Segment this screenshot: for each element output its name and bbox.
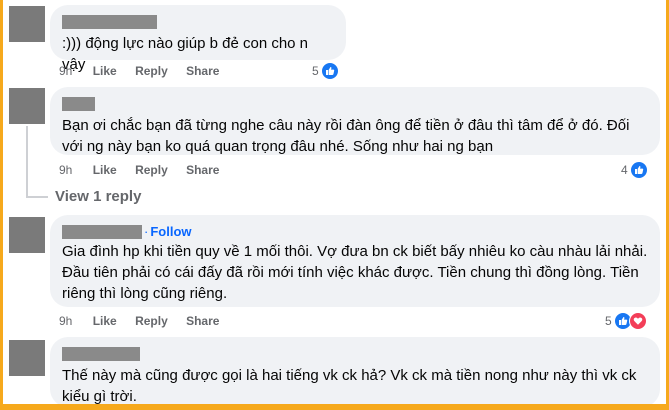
like-button[interactable]: Like (93, 64, 117, 78)
comment-text: Thế này mà cũng được gọi là hai tiếng vk… (62, 367, 637, 404)
like-button[interactable]: Like (93, 163, 117, 177)
comment-actions: 9h Like Reply Share (59, 163, 234, 177)
avatar[interactable] (9, 88, 45, 124)
timestamp[interactable]: 9h (59, 64, 72, 78)
timestamp[interactable]: 9h (59, 314, 72, 328)
thread-line (26, 196, 48, 198)
comment-bubble: Bạn ơi chắc bạn đã từng nghe câu này rồi… (50, 87, 660, 155)
comment-bubble: Thế này mà cũng được gọi là hai tiếng vk… (50, 337, 660, 404)
comments-panel: :))) động lực nào giúp b đẻ con cho n vậ… (3, 0, 666, 404)
avatar[interactable] (9, 217, 45, 253)
author-name-redacted[interactable] (62, 345, 648, 363)
reaction-count: 4 (621, 163, 628, 177)
share-button[interactable]: Share (186, 64, 219, 78)
reaction-summary[interactable]: 5 (312, 62, 339, 80)
avatar[interactable] (9, 6, 45, 42)
reaction-count: 5 (605, 314, 612, 328)
follow-button[interactable]: Follow (150, 224, 191, 239)
share-button[interactable]: Share (186, 163, 219, 177)
comment-text: Gia đình hp khi tiền quy về 1 mối thôi. … (62, 243, 648, 302)
like-button[interactable]: Like (93, 314, 117, 328)
share-button[interactable]: Share (186, 314, 219, 328)
like-reaction-icon (320, 62, 339, 80)
avatar[interactable] (9, 340, 45, 376)
thread-line (26, 126, 28, 198)
like-reaction-icon (629, 161, 648, 179)
comment-actions: 9h Like Reply Share (59, 314, 234, 328)
comment-text: Bạn ơi chắc bạn đã từng nghe câu này rồi… (62, 117, 630, 155)
comment-bubble: · Follow Gia đình hp khi tiền quy về 1 mố… (50, 215, 660, 307)
comment-bubble: :))) động lực nào giúp b đẻ con cho n vậ… (50, 5, 346, 73)
author-name-redacted[interactable] (62, 13, 334, 31)
reply-button[interactable]: Reply (135, 163, 168, 177)
reaction-summary[interactable]: 4 (621, 161, 648, 179)
author-name-redacted[interactable] (62, 95, 648, 113)
love-reaction-icon (628, 312, 647, 330)
reaction-summary[interactable]: 5 (605, 312, 647, 330)
view-replies-link[interactable]: View 1 reply (55, 188, 141, 205)
comment-header: · Follow (62, 223, 648, 241)
comment-actions: 9h Like Reply Share (59, 64, 234, 78)
reply-button[interactable]: Reply (135, 64, 168, 78)
timestamp[interactable]: 9h (59, 163, 72, 177)
reply-button[interactable]: Reply (135, 314, 168, 328)
separator-dot: · (144, 224, 149, 240)
reaction-count: 5 (312, 64, 319, 78)
author-name-redacted[interactable] (62, 224, 142, 239)
